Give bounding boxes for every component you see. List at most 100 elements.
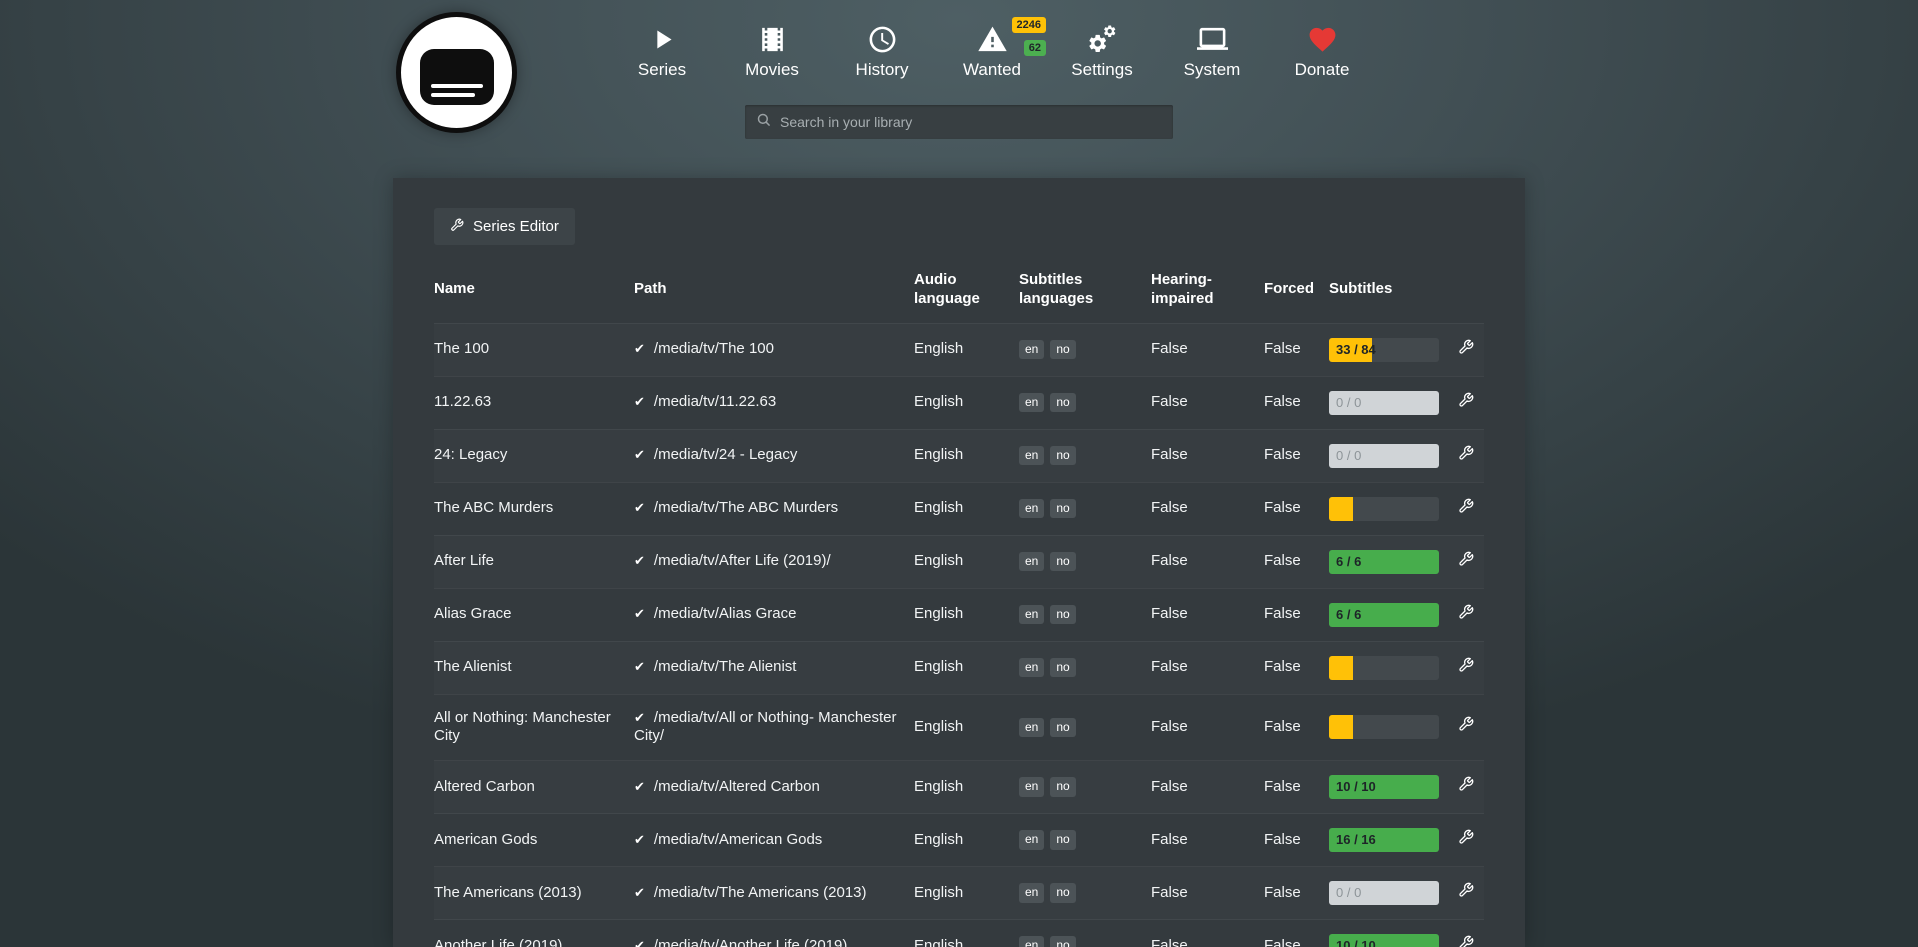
subtitles-progress: 0 / 0: [1329, 881, 1439, 905]
forced-value: False: [1264, 641, 1329, 694]
subtitles-cell: 16 / 16: [1329, 814, 1454, 867]
subtitles-cell: 6 / 6: [1329, 535, 1454, 588]
nav-item-donate[interactable]: Donate: [1288, 24, 1356, 80]
nav-item-system[interactable]: System: [1178, 24, 1246, 80]
language-badge: en: [1019, 446, 1044, 465]
edit-series-wrench-icon[interactable]: [1458, 339, 1474, 361]
edit-series-wrench-icon[interactable]: [1458, 716, 1474, 738]
subtitles-progress-label: 0 / 0: [1336, 391, 1361, 415]
app-logo[interactable]: [396, 12, 517, 133]
edit-series-wrench-icon[interactable]: [1458, 604, 1474, 626]
series-name-link[interactable]: American Gods: [434, 831, 537, 848]
language-badge: en: [1019, 830, 1044, 849]
table-header-row: Name Path Audio language Subtitles langu…: [434, 261, 1484, 323]
col-header-forced: Forced: [1264, 261, 1329, 323]
series-path: /media/tv/The 100: [654, 340, 774, 357]
series-name-link[interactable]: The Americans (2013): [434, 884, 582, 901]
subtitles-cell: 10 / 10: [1329, 920, 1454, 947]
series-path: /media/tv/American Gods: [654, 831, 822, 848]
forced-value: False: [1264, 588, 1329, 641]
series-name-link[interactable]: 24: Legacy: [434, 446, 507, 463]
hearing-impaired-value: False: [1151, 867, 1264, 920]
language-badge: no: [1050, 658, 1075, 677]
nav-label: Settings: [1071, 60, 1132, 80]
logo-subtitle-screen-icon: [420, 49, 494, 105]
hearing-impaired-value: False: [1151, 814, 1264, 867]
wrench-icon: [450, 218, 464, 236]
heart-icon: [1307, 24, 1338, 55]
subtitle-languages: enno: [1019, 482, 1151, 535]
edit-series-wrench-icon[interactable]: [1458, 882, 1474, 904]
series-name-link[interactable]: All or Nothing: Manchester City: [434, 709, 611, 745]
language-badge: en: [1019, 340, 1044, 359]
series-name-link[interactable]: Another Life (2019): [434, 937, 562, 947]
forced-value: False: [1264, 323, 1329, 376]
edit-series-wrench-icon[interactable]: [1458, 935, 1474, 947]
nav-item-wanted[interactable]: 2246 62 Wanted: [958, 24, 1026, 80]
hearing-impaired-value: False: [1151, 429, 1264, 482]
language-badge: en: [1019, 552, 1044, 571]
actions-cell: [1454, 920, 1484, 947]
series-name-link[interactable]: The 100: [434, 340, 489, 357]
edit-series-wrench-icon[interactable]: [1458, 657, 1474, 679]
subtitle-languages: enno: [1019, 429, 1151, 482]
actions-cell: [1454, 482, 1484, 535]
table-row: 11.22.63 ✔/media/tv/11.22.63 English enn…: [434, 376, 1484, 429]
check-icon: ✔: [634, 447, 645, 462]
series-name-cell: The Alienist: [434, 641, 634, 694]
nav-label: Donate: [1295, 60, 1350, 80]
series-name-link[interactable]: The Alienist: [434, 658, 512, 675]
language-badge: en: [1019, 658, 1044, 677]
search-input[interactable]: [780, 114, 1162, 130]
forced-value: False: [1264, 814, 1329, 867]
edit-series-wrench-icon[interactable]: [1458, 445, 1474, 467]
subtitles-cell: [1329, 641, 1454, 694]
series-path: /media/tv/24 - Legacy: [654, 446, 797, 463]
edit-series-wrench-icon[interactable]: [1458, 776, 1474, 798]
table-row: The Americans (2013) ✔/media/tv/The Amer…: [434, 867, 1484, 920]
audio-language: English: [914, 588, 1019, 641]
audio-language: English: [914, 535, 1019, 588]
forced-value: False: [1264, 376, 1329, 429]
language-badge: no: [1050, 393, 1075, 412]
series-name-link[interactable]: Altered Carbon: [434, 778, 535, 795]
actions-cell: [1454, 588, 1484, 641]
subtitle-languages: enno: [1019, 641, 1151, 694]
series-name-cell: Alias Grace: [434, 588, 634, 641]
col-header-actions: [1454, 261, 1484, 323]
series-path-cell: ✔/media/tv/The ABC Murders: [634, 482, 914, 535]
edit-series-wrench-icon[interactable]: [1458, 392, 1474, 414]
subtitle-languages: enno: [1019, 867, 1151, 920]
audio-language: English: [914, 814, 1019, 867]
series-editor-button[interactable]: Series Editor: [434, 208, 575, 245]
series-name-link[interactable]: The ABC Murders: [434, 499, 553, 516]
col-header-path: Path: [634, 261, 914, 323]
actions-cell: [1454, 814, 1484, 867]
subtitles-progress: 0 / 0: [1329, 444, 1439, 468]
series-name-link[interactable]: 11.22.63: [434, 393, 491, 410]
nav-item-series[interactable]: Series: [628, 24, 696, 80]
series-path-cell: ✔ /media/tv/24 - Legacy: [634, 429, 914, 482]
edit-series-wrench-icon[interactable]: [1458, 498, 1474, 520]
nav-item-history[interactable]: History: [848, 24, 916, 80]
subtitles-progress-label: 10 / 10: [1336, 775, 1376, 799]
subtitle-languages: enno: [1019, 376, 1151, 429]
nav-item-movies[interactable]: Movies: [738, 24, 806, 80]
subtitles-progress: [1329, 715, 1439, 739]
nav-label: Series: [638, 60, 686, 80]
series-name-link[interactable]: After Life: [434, 552, 494, 569]
series-path: /media/tv/The Americans (2013): [654, 884, 867, 901]
series-name-link[interactable]: Alias Grace: [434, 605, 512, 622]
series-name-cell: The Americans (2013): [434, 867, 634, 920]
language-badge: no: [1050, 605, 1075, 624]
subtitles-progress: [1329, 497, 1439, 521]
language-badge: en: [1019, 777, 1044, 796]
edit-series-wrench-icon[interactable]: [1458, 551, 1474, 573]
subtitle-languages: enno: [1019, 694, 1151, 761]
nav-item-settings[interactable]: Settings: [1068, 24, 1136, 80]
subtitles-progress-label: 10 / 10: [1336, 934, 1376, 947]
edit-series-wrench-icon[interactable]: [1458, 829, 1474, 851]
series-name-cell: Altered Carbon: [434, 761, 634, 814]
audio-language: English: [914, 376, 1019, 429]
hearing-impaired-value: False: [1151, 376, 1264, 429]
